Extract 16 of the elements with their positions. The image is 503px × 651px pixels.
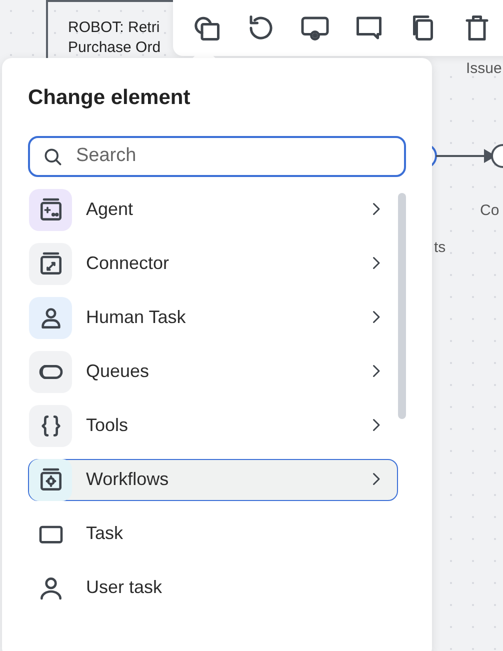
menu-item[interactable]: Workflows xyxy=(28,458,398,500)
canvas-label: ts xyxy=(434,238,446,258)
canvas-label: Co xyxy=(480,201,500,221)
menu-item[interactable]: Tools xyxy=(28,404,398,446)
menu-item[interactable]: Agent xyxy=(28,188,398,230)
menu-item[interactable]: Queues xyxy=(28,350,398,392)
search-field[interactable]: Search xyxy=(28,136,406,176)
menu-item[interactable]: Task xyxy=(28,512,398,554)
node-label: Purchase Ord xyxy=(68,38,162,58)
canvas-label: Issue xyxy=(466,59,502,79)
menu-item[interactable]: Connector xyxy=(28,242,398,284)
node-label: ROBOT: Retri xyxy=(68,18,161,38)
menu-item[interactable]: Human Task xyxy=(28,296,398,338)
menu-item[interactable]: User task xyxy=(28,566,398,608)
scrollbar[interactable] xyxy=(398,193,406,419)
popup-title: Change element xyxy=(28,85,192,111)
